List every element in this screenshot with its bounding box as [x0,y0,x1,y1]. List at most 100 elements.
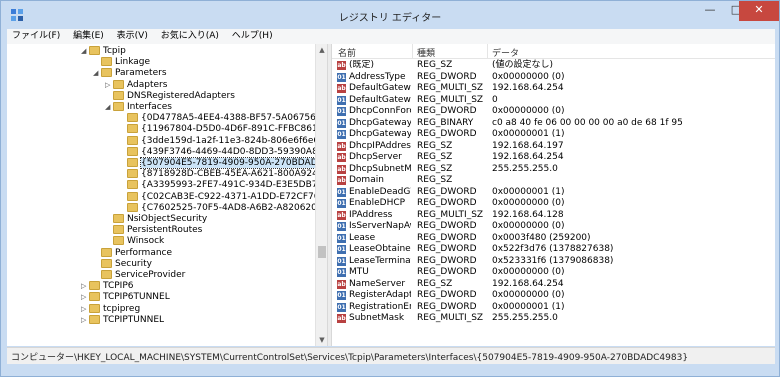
tree-node[interactable]: {3dde159d-1a2f-11e3-824b-806e6f6e6963} [119,135,327,147]
folder-icon [89,292,100,302]
value-row[interactable]: 01EnableDeadGWDetect REG_DWORD 0x00000001 … [332,187,775,199]
menu-view[interactable]: 表示(V) [112,29,153,43]
tree-node[interactable]: ServiceProvider [93,269,185,281]
registry-editor-window: レジストリ エディター — □ ✕ ファイル(F) 編集(E) 表示(V) お気… [0,0,780,377]
value-data: 0x00000000 (0) [492,290,565,300]
tree-node[interactable]: Security [93,258,152,270]
collapsed-arrow-icon[interactable]: ▷ [81,303,89,315]
tree-node[interactable]: ◢ Interfaces [105,101,172,113]
folder-icon [113,225,124,235]
values-list: 名前 種類 データ ab (既定) REG_SZ (値の設定なし) 01 AddressT… [332,44,775,346]
value-type: REG_DWORD [417,244,477,254]
folder-icon [113,79,124,89]
tree-node[interactable]: Winsock [105,235,164,247]
value-row[interactable]: 01DhcpConnForceBroadcastFlag REG_DWORD 0x0… [332,106,775,118]
menu-help[interactable]: ヘルプ(H) [227,29,278,43]
collapsed-arrow-icon[interactable]: ▷ [81,314,89,326]
value-row[interactable]: abDhcpSubnetMask REG_SZ 255.255.255.0 [332,164,775,176]
value-row[interactable]: 01 Lease REG_DWORD 0x0003f480 (259200) [332,233,775,245]
minimize-button[interactable]: — [697,1,723,21]
value-row[interactable]: 01 EnableDHCP REG_DWORD 0x00000000 (0) [332,198,775,210]
tree-node[interactable]: ▷ TCPIP6 [81,280,134,292]
value-type: REG_SZ [417,60,453,70]
value-row[interactable]: 01DhcpGatewayHardware REG_BINARY c0 a8 40 … [332,118,775,130]
folder-icon [113,102,124,111]
value-row[interactable]: ab DhcpIPAddress REG_SZ 192.168.64.197 [332,141,775,153]
column-header-type[interactable]: 種類 [417,46,435,59]
registry-tree[interactable]: ◢ Tcpip Linkage ◢ Parameters ▷ Adapters DNSRegi… [7,44,327,346]
tree-node-label: Security [115,258,152,269]
tree-node[interactable]: {C02CAB3E-C922-4371-A1DD-E72CF76EF979} [119,191,327,203]
tree-node[interactable]: Linkage [93,56,150,68]
value-name: RegistrationEnabled [349,301,411,312]
value-row[interactable]: 01DefaultGatewayMetric REG_MULTI_SZ 0 [332,95,775,107]
close-button[interactable]: ✕ [739,1,779,21]
tree-node[interactable]: PersistentRoutes [105,224,202,236]
tree-node[interactable]: ▷ TCPIPTUNNEL [81,314,164,326]
tree-node[interactable]: Performance [93,247,172,259]
value-data: 0 [492,94,498,105]
value-data: 0x523331f6 (1379086838) [492,255,614,266]
menu-favorites[interactable]: お気に入り(A) [156,29,224,43]
value-row[interactable]: ab DhcpServer REG_SZ 192.168.64.254 [332,152,775,164]
collapsed-arrow-icon[interactable]: ▷ [81,280,89,292]
expanded-arrow-icon[interactable]: ◢ [93,67,101,79]
value-row[interactable]: ab Domain REG_SZ [332,175,775,187]
value-data: 0x522f3d76 (1378827638) [492,244,614,254]
value-row[interactable]: ab SubnetMask REG_MULTI_SZ 255.255.255.0 [332,313,775,325]
value-row[interactable]: 01RegistrationEnabled REG_DWORD 0x00000001… [332,302,775,314]
value-row[interactable]: 01 MTU REG_DWORD 0x00000000 (0) [332,267,775,279]
column-header-data[interactable]: データ [492,46,519,59]
binary-value-icon: 01 [337,187,346,197]
value-name: DhcpIPAddress [349,140,411,151]
collapsed-arrow-icon[interactable]: ▷ [105,79,113,91]
folder-icon [101,247,112,257]
tree-node[interactable]: DNSRegisteredAdapters [105,90,235,102]
collapsed-arrow-icon[interactable]: ▷ [81,291,89,303]
value-type: REG_DWORD [417,106,477,116]
tree-node[interactable]: ▷ Adapters [105,79,167,91]
value-type: REG_SZ [417,175,453,185]
tree-node[interactable]: {11967804-D5D0-4D6F-891C-FFBC86164E13} [119,123,327,135]
value-row[interactable]: 01IsServerNapAware REG_DWORD 0x00000000 (0… [332,221,775,233]
menu-file[interactable]: ファイル(F) [7,29,65,43]
tree-node[interactable]: {A3395993-2FE7-491C-934D-E3E5DB7C326E} [119,179,327,191]
title-bar[interactable]: レジストリ エディター — □ ✕ [1,1,779,29]
expanded-arrow-icon[interactable]: ◢ [81,45,89,57]
column-header-name[interactable]: 名前 [338,46,356,59]
folder-icon [113,214,124,223]
folder-icon [101,270,112,279]
value-row[interactable]: 01LeaseObtainedTime REG_DWORD 0x522f3d76 (… [332,244,775,256]
column-divider[interactable] [412,44,413,58]
tree-node[interactable]: {8718928D-CBEB-45EA-A621-800A9249001D} [119,168,327,180]
value-row[interactable]: ab IPAddress REG_MULTI_SZ 192.168.64.128 [332,210,775,222]
value-row[interactable]: 01 AddressType REG_DWORD 0x00000000 (0) [332,72,775,84]
value-name: LeaseObtainedTime [349,244,411,254]
value-name: NameServer [349,278,406,289]
value-row[interactable]: abDefaultGateway REG_MULTI_SZ 192.168.64.2… [332,83,775,95]
tree-node[interactable]: {439F3746-4469-44D0-8DD3-59390A821E76} [119,146,327,158]
tree-node[interactable]: ▷ tcpipreg [81,303,140,315]
value-row[interactable]: 01LeaseTerminatesTime REG_DWORD 0x523331f6… [332,256,775,268]
tree-node[interactable]: {507904E5-7819-4909-950A-270BDADC4983} [119,157,327,169]
menu-bar: ファイル(F) 編集(E) 表示(V) お気に入り(A) ヘルプ(H) [7,29,775,45]
tree-node[interactable]: ◢ Tcpip [81,45,126,57]
scroll-thumb[interactable] [318,246,326,258]
tree-node[interactable]: ▷ TCPIP6TUNNEL [81,291,170,303]
value-data: 0x00000000 (0) [492,221,565,231]
value-row[interactable]: ab NameServer REG_SZ 192.168.64.254 [332,279,775,291]
value-row[interactable]: 01RegisterAdapterName REG_DWORD 0x00000000… [332,290,775,302]
tree-node[interactable]: {C7602525-70F5-4AD8-A6B2-A820620BBB7E} [119,202,327,214]
value-row[interactable]: 01DhcpGatewayHardwareCount REG_DWORD 0x000… [332,129,775,141]
tree-node[interactable]: {0D4778A5-4EE4-4388-BF57-5A06756359AD} [119,112,327,124]
value-type: REG_DWORD [417,186,477,197]
tree-node[interactable]: ◢ Parameters [93,67,167,79]
expanded-arrow-icon[interactable]: ◢ [105,101,113,113]
column-divider[interactable] [487,44,488,58]
menu-edit[interactable]: 編集(E) [68,29,109,43]
tree-node-label: Winsock [127,236,165,247]
value-row[interactable]: ab (既定) REG_SZ (値の設定なし) [332,60,775,72]
tree-node[interactable]: NsiObjectSecurity [105,213,207,225]
value-name: SubnetMask [349,313,405,323]
tree-node-label: DNSRegisteredAdapters [127,90,235,101]
